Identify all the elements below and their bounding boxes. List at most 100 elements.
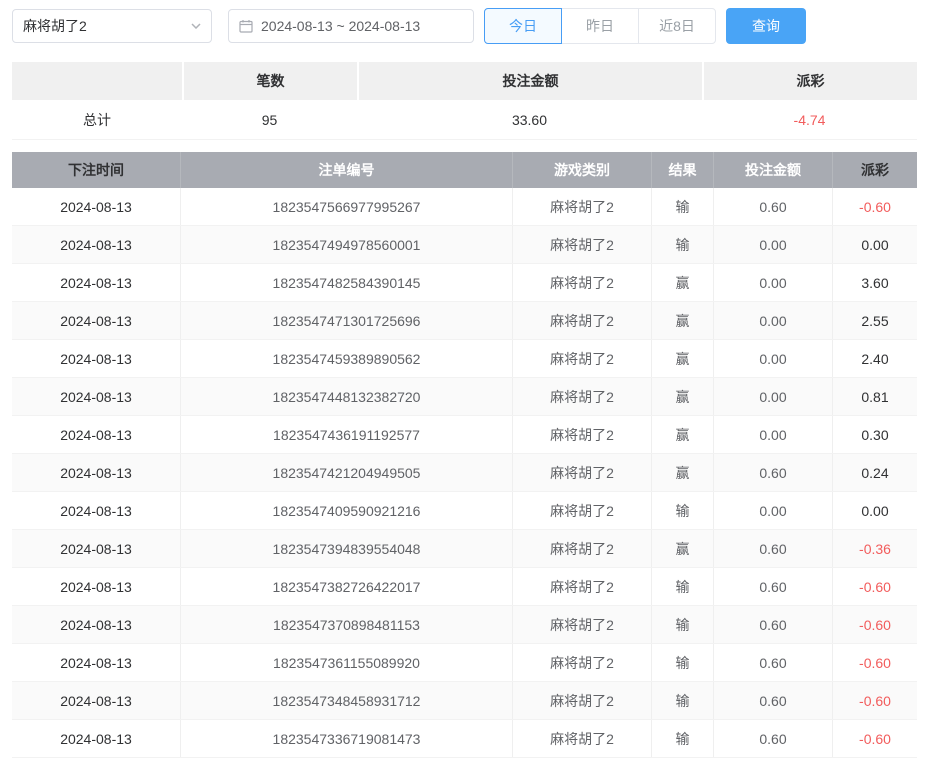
summary-header-row: 笔数 投注金额 派彩 [12,62,917,100]
result-cell: 赢 [652,378,714,415]
bet-amount-cell: 0.00 [714,264,833,301]
table-row: 2024-08-13 1823547382726422017 麻将胡了2 输 0… [12,568,917,606]
game-type-cell: 麻将胡了2 [513,644,652,681]
bet-amount-cell: 0.00 [714,302,833,339]
table-row: 2024-08-13 1823547482584390145 麻将胡了2 赢 0… [12,264,917,302]
bet-amount-cell: 0.60 [714,644,833,681]
table-row: 2024-08-13 1823547459389890562 麻将胡了2 赢 0… [12,340,917,378]
table-row: 2024-08-13 1823547494978560001 麻将胡了2 输 0… [12,226,917,264]
bet-id-cell: 1823547361155089920 [181,644,513,681]
today-button[interactable]: 今日 [484,8,562,44]
bet-time-cell: 2024-08-13 [12,606,181,643]
bet-amount-cell: 0.00 [714,340,833,377]
bet-id-cell: 1823547448132382720 [181,378,513,415]
bet-amount-cell: 0.00 [714,226,833,263]
bet-time-cell: 2024-08-13 [12,416,181,453]
payout-cell: 3.60 [833,264,917,301]
bet-time-cell: 2024-08-13 [12,454,181,491]
date-range-picker[interactable]: 2024-08-13 ~ 2024-08-13 [228,9,474,43]
payout-cell: 0.24 [833,454,917,491]
bet-time-cell: 2024-08-13 [12,682,181,719]
table-row: 2024-08-13 1823547448132382720 麻将胡了2 赢 0… [12,378,917,416]
result-cell: 赢 [652,530,714,567]
bet-id-cell: 1823547494978560001 [181,226,513,263]
quick-date-button-group: 今日 昨日 近8日 [484,8,716,44]
result-cell: 输 [652,606,714,643]
table-row: 2024-08-13 1823547370898481153 麻将胡了2 输 0… [12,606,917,644]
game-type-cell: 麻将胡了2 [513,454,652,491]
chevron-down-icon [191,23,201,29]
yesterday-button[interactable]: 昨日 [561,8,639,44]
bet-id-cell: 1823547348458931712 [181,682,513,719]
bet-time-cell: 2024-08-13 [12,492,181,529]
bet-id-cell: 1823547459389890562 [181,340,513,377]
payout-cell: -0.60 [833,682,917,719]
bet-id-cell: 1823547421204949505 [181,454,513,491]
bet-id-cell: 1823547482584390145 [181,264,513,301]
table-row: 2024-08-13 1823547394839554048 麻将胡了2 赢 0… [12,530,917,568]
game-type-cell: 麻将胡了2 [513,226,652,263]
payout-cell: -0.60 [833,720,917,757]
result-cell: 赢 [652,302,714,339]
bet-amount-cell: 0.60 [714,188,833,225]
toolbar: 麻将胡了2 2024-08-13 ~ 2024-08-13 今日 昨日 近8日 … [12,8,917,44]
payout-cell: -0.60 [833,568,917,605]
table-row: 2024-08-13 1823547361155089920 麻将胡了2 输 0… [12,644,917,682]
calendar-icon [239,19,253,33]
summary-header-count: 笔数 [182,62,357,100]
result-cell: 输 [652,682,714,719]
last-8-days-button[interactable]: 近8日 [638,8,716,44]
result-cell: 输 [652,720,714,757]
game-type-cell: 麻将胡了2 [513,340,652,377]
payout-cell: 0.30 [833,416,917,453]
game-type-cell: 麻将胡了2 [513,378,652,415]
header-result: 结果 [652,152,714,188]
summary-total-label: 总计 [12,100,182,139]
table-row: 2024-08-13 1823547336719081473 麻将胡了2 输 0… [12,720,917,758]
game-type-cell: 麻将胡了2 [513,606,652,643]
game-type-cell: 麻将胡了2 [513,416,652,453]
bet-id-cell: 1823547566977995267 [181,188,513,225]
table-row: 2024-08-13 1823547348458931712 麻将胡了2 输 0… [12,682,917,720]
result-cell: 输 [652,188,714,225]
header-game-type: 游戏类别 [513,152,652,188]
header-payout: 派彩 [833,152,917,188]
payout-cell: -0.60 [833,606,917,643]
bet-id-cell: 1823547409590921216 [181,492,513,529]
game-type-cell: 麻将胡了2 [513,568,652,605]
result-cell: 赢 [652,340,714,377]
bet-id-cell: 1823547382726422017 [181,568,513,605]
bet-id-cell: 1823547436191192577 [181,416,513,453]
summary-bet-amount-value: 33.60 [357,100,702,139]
result-cell: 输 [652,644,714,681]
query-button[interactable]: 查询 [726,8,806,44]
table-header-row: 下注时间 注单编号 游戏类别 结果 投注金额 派彩 [12,152,917,188]
bet-amount-cell: 0.60 [714,568,833,605]
bet-table-body: 2024-08-13 1823547566977995267 麻将胡了2 输 0… [12,188,917,758]
bet-amount-cell: 0.60 [714,682,833,719]
table-row: 2024-08-13 1823547436191192577 麻将胡了2 赢 0… [12,416,917,454]
table-row: 2024-08-13 1823547471301725696 麻将胡了2 赢 0… [12,302,917,340]
bet-time-cell: 2024-08-13 [12,226,181,263]
bet-amount-cell: 0.60 [714,530,833,567]
payout-cell: -0.60 [833,188,917,225]
bet-amount-cell: 0.60 [714,454,833,491]
header-bet-time: 下注时间 [12,152,181,188]
game-select[interactable]: 麻将胡了2 [12,9,212,43]
header-bet-amount: 投注金额 [714,152,833,188]
bet-time-cell: 2024-08-13 [12,302,181,339]
bet-amount-cell: 0.00 [714,492,833,529]
result-cell: 赢 [652,416,714,453]
bet-amount-cell: 0.60 [714,606,833,643]
game-type-cell: 麻将胡了2 [513,720,652,757]
bet-time-cell: 2024-08-13 [12,720,181,757]
payout-cell: 2.55 [833,302,917,339]
bet-amount-cell: 0.60 [714,720,833,757]
bet-time-cell: 2024-08-13 [12,644,181,681]
game-type-cell: 麻将胡了2 [513,264,652,301]
bet-time-cell: 2024-08-13 [12,530,181,567]
bet-time-cell: 2024-08-13 [12,188,181,225]
summary-header-empty [12,62,182,100]
payout-cell: -0.60 [833,644,917,681]
game-type-cell: 麻将胡了2 [513,188,652,225]
